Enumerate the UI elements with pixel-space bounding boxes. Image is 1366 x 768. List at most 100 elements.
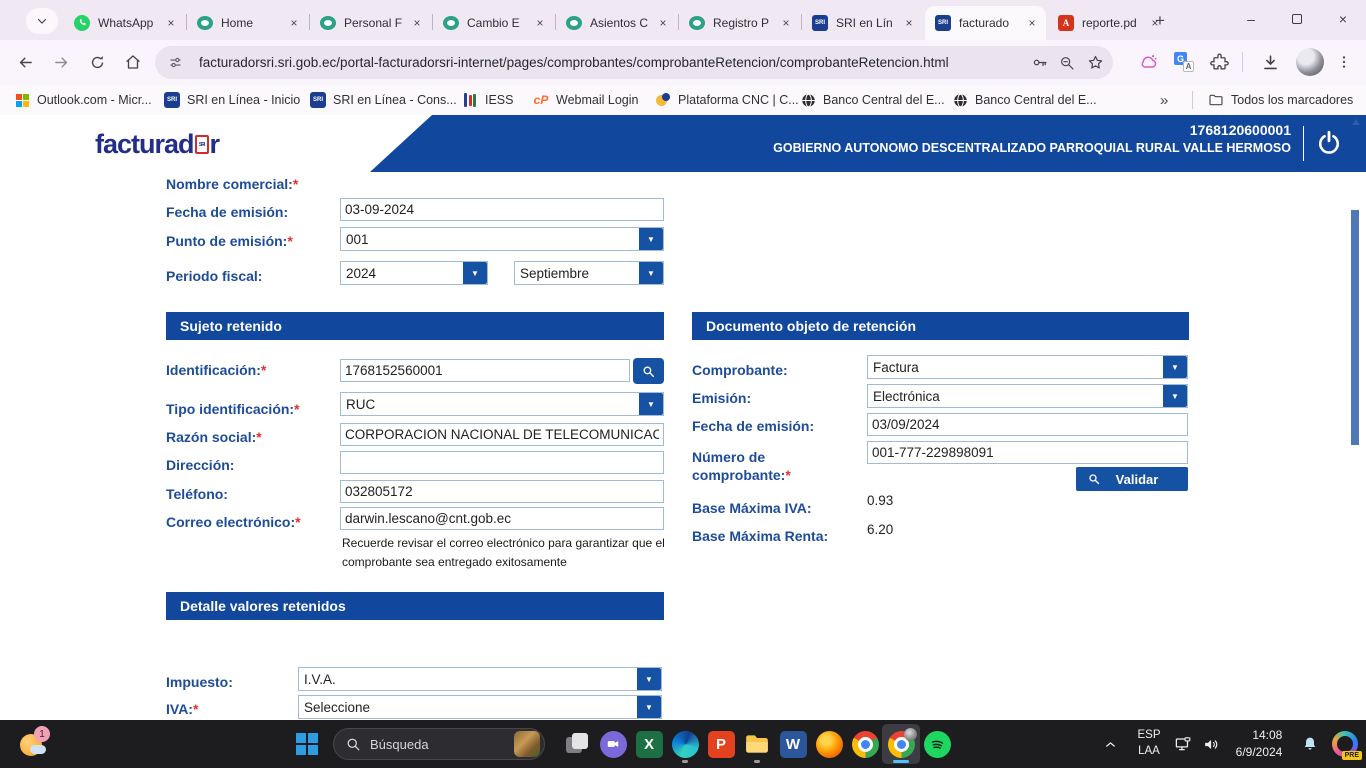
back-button[interactable]: [10, 47, 40, 77]
tab-cambio[interactable]: Cambio E ×: [433, 6, 554, 40]
close-icon[interactable]: ×: [532, 15, 548, 31]
bookmark-star-icon[interactable]: [1081, 54, 1109, 71]
tab-whatsapp[interactable]: WhatsApp ×: [64, 6, 185, 40]
spotify-button[interactable]: [918, 724, 956, 764]
word-button[interactable]: W: [774, 724, 812, 764]
chevron-down-icon[interactable]: ▼: [637, 696, 661, 718]
chevron-down-icon[interactable]: ▼: [463, 262, 487, 284]
tab-personal[interactable]: Personal F ×: [310, 6, 431, 40]
tab-sri-en-linea[interactable]: SRI SRI en Lín ×: [802, 6, 923, 40]
weather-extension-icon[interactable]: [1135, 48, 1163, 76]
chevron-down-icon[interactable]: ▼: [639, 228, 663, 250]
comprobante-dropdown[interactable]: Factura ▼: [867, 355, 1188, 379]
bookmark-cnc[interactable]: Plataforma CNC | C...: [655, 88, 799, 112]
razon-social-input[interactable]: [340, 423, 664, 446]
logout-power-button[interactable]: [1314, 128, 1344, 158]
fecha-emision-input[interactable]: [340, 198, 664, 221]
chat-app-button[interactable]: [594, 724, 632, 764]
bookmarks-overflow-button[interactable]: »: [1160, 88, 1168, 112]
language-indicator[interactable]: ESPLAA: [1128, 724, 1170, 764]
file-explorer-button[interactable]: [738, 724, 776, 764]
doc-fecha-emision-input[interactable]: [867, 413, 1188, 436]
punto-emision-dropdown[interactable]: 001 ▼: [340, 227, 664, 251]
tab-home[interactable]: Home ×: [187, 6, 308, 40]
edge-button[interactable]: [666, 724, 704, 764]
site-settings-tune-icon[interactable]: [161, 55, 189, 70]
impuesto-dropdown[interactable]: I.V.A. ▼: [298, 667, 662, 691]
downloads-button[interactable]: [1256, 48, 1284, 76]
identificacion-input[interactable]: [340, 359, 630, 382]
chrome-button[interactable]: [846, 724, 884, 764]
home-button[interactable]: [118, 47, 148, 77]
periodo-mes-dropdown[interactable]: Septiembre ▼: [514, 261, 664, 285]
bookmark-sri-inicio[interactable]: SRI SRI en Línea - Inicio: [164, 88, 300, 112]
widgets-weather-button[interactable]: 1: [18, 726, 58, 762]
translate-extension-icon[interactable]: G A: [1170, 48, 1198, 76]
identificacion-search-button[interactable]: [633, 358, 664, 384]
chevron-down-icon[interactable]: ▼: [639, 262, 663, 284]
firefox-button[interactable]: [810, 724, 848, 764]
volume-button[interactable]: [1196, 724, 1226, 764]
tipo-identificacion-dropdown[interactable]: RUC ▼: [340, 392, 664, 416]
direccion-input[interactable]: [340, 451, 664, 474]
excel-button[interactable]: X: [630, 724, 668, 764]
close-icon[interactable]: ×: [409, 15, 425, 31]
taskbar-search-box[interactable]: Búsqueda: [333, 728, 545, 760]
close-icon[interactable]: ×: [901, 15, 917, 31]
window-maximize-button[interactable]: [1274, 0, 1320, 38]
pdf-app-button[interactable]: P: [702, 724, 740, 764]
task-view-button[interactable]: [558, 724, 596, 764]
clock-date[interactable]: 14:086/9/2024: [1226, 724, 1292, 764]
chevron-down-icon[interactable]: ▼: [1163, 385, 1187, 407]
tab-facturador-active[interactable]: SRI facturado ×: [925, 6, 1046, 40]
notifications-button[interactable]: [1294, 724, 1326, 764]
numero-comprobante-input[interactable]: [867, 441, 1188, 464]
copilot-button[interactable]: PRE: [1326, 724, 1364, 764]
bookmark-banco-central-2[interactable]: Banco Central del E...: [952, 88, 1097, 112]
chevron-down-icon[interactable]: ▼: [637, 668, 661, 690]
bookmark-banco-central-1[interactable]: Banco Central del E...: [800, 88, 945, 112]
close-icon[interactable]: ×: [1024, 15, 1040, 31]
scroll-up-arrow-icon[interactable]: [1352, 119, 1360, 125]
tab-asientos[interactable]: Asientos C ×: [556, 6, 677, 40]
monitor-icon: [1174, 735, 1193, 754]
close-icon[interactable]: ×: [778, 15, 794, 31]
window-close-button[interactable]: ×: [1320, 0, 1366, 38]
bookmark-iess[interactable]: IESS: [462, 88, 514, 112]
profile-avatar[interactable]: [1296, 48, 1324, 76]
validar-button[interactable]: Validar: [1076, 467, 1188, 491]
scrollbar-thumb[interactable]: [1351, 210, 1359, 445]
url-text[interactable]: facturadorsri.sri.gob.ec/portal-facturad…: [199, 55, 1025, 70]
forward-button[interactable]: [46, 47, 76, 77]
zoom-out-icon[interactable]: [1053, 55, 1081, 71]
close-icon[interactable]: ×: [286, 15, 302, 31]
cast-display-button[interactable]: [1168, 724, 1198, 764]
emision-dropdown[interactable]: Electrónica ▼: [867, 384, 1188, 408]
all-bookmarks-button[interactable]: Todos los marcadores: [1208, 88, 1353, 112]
extensions-puzzle-icon[interactable]: [1205, 48, 1233, 76]
periodo-anio-dropdown[interactable]: 2024 ▼: [340, 261, 488, 285]
search-daily-image[interactable]: [514, 731, 540, 757]
bookmark-sri-consultas[interactable]: SRI SRI en Línea - Cons...: [310, 88, 457, 112]
reload-button[interactable]: [82, 47, 112, 77]
chevron-down-icon[interactable]: ▼: [639, 393, 663, 415]
password-key-icon[interactable]: [1025, 54, 1053, 71]
close-icon[interactable]: ×: [163, 15, 179, 31]
bookmark-outlook[interactable]: Outlook.com - Micr...: [14, 88, 152, 112]
bookmark-webmail[interactable]: cP Webmail Login: [533, 88, 638, 112]
page-scrollbar[interactable]: [1349, 115, 1366, 720]
start-button[interactable]: [288, 724, 326, 764]
iva-dropdown[interactable]: Seleccione ▼: [298, 695, 662, 719]
close-icon[interactable]: ×: [655, 15, 671, 31]
address-bar[interactable]: facturadorsri.sri.gob.ec/portal-facturad…: [155, 46, 1113, 79]
tray-chevron-up-button[interactable]: [1095, 724, 1125, 764]
correo-input[interactable]: [340, 507, 664, 530]
chrome-active-window-button[interactable]: [882, 724, 920, 764]
window-minimize-button[interactable]: –: [1228, 0, 1274, 38]
tab-search-button[interactable]: [26, 8, 58, 34]
chevron-down-icon[interactable]: ▼: [1163, 356, 1187, 378]
tab-registro[interactable]: Registro P ×: [679, 6, 800, 40]
telefono-input[interactable]: [340, 480, 664, 503]
new-tab-button[interactable]: +: [1148, 9, 1172, 33]
browser-menu-kebab-icon[interactable]: [1330, 48, 1358, 76]
